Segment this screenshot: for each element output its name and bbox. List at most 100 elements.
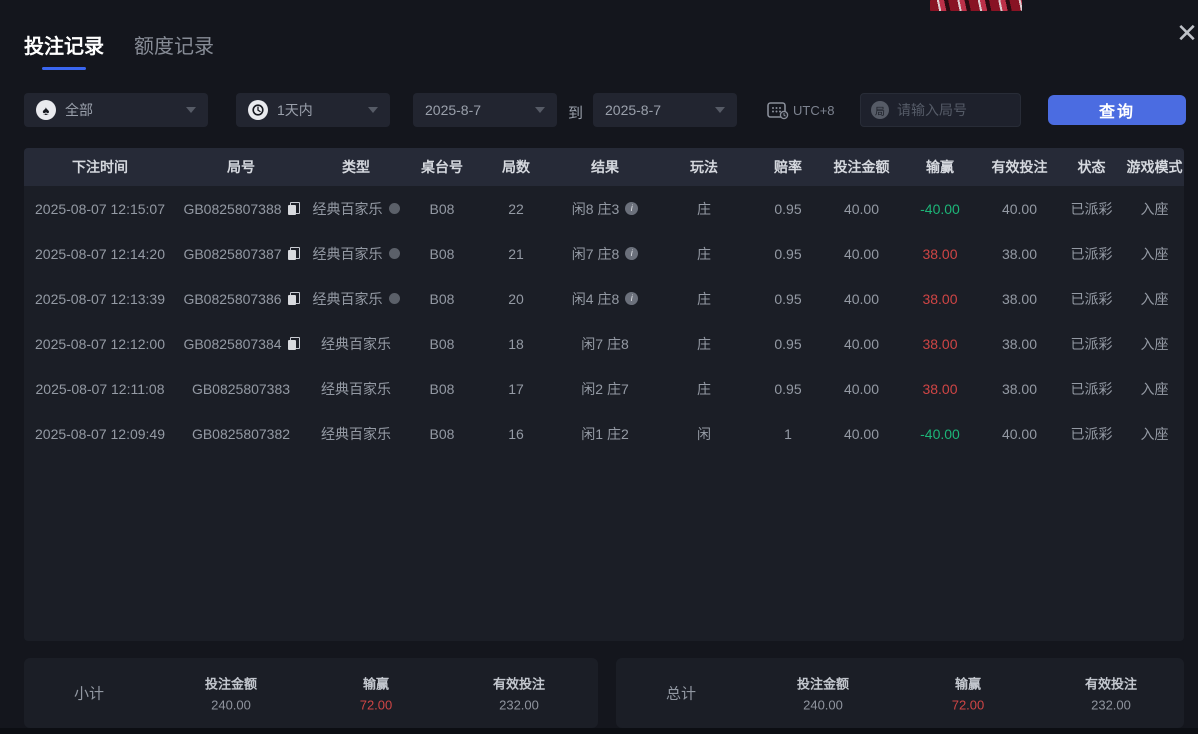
time-range-select[interactable]: 1天内 [236, 93, 390, 127]
bet-amount: 40.00 [843, 200, 880, 217]
type-badge-icon [388, 293, 400, 304]
status: 已派彩 [1070, 245, 1113, 262]
odds: 0.95 [774, 380, 802, 397]
game-mode: 入座 [1140, 245, 1169, 262]
col-status: 状态 [1077, 159, 1106, 175]
type-badge-icon [388, 203, 400, 214]
status: 已派彩 [1070, 200, 1113, 217]
chevron-down-icon [535, 107, 545, 113]
tab-quota-records[interactable]: 额度记录 [134, 30, 214, 70]
subtotal-label: 小计 [73, 685, 105, 703]
game-mode: 入座 [1140, 200, 1169, 217]
col-game-mode: 游戏模式 [1126, 159, 1183, 175]
copy-icon[interactable] [287, 202, 300, 215]
game-type: 经典百家乐 [306, 276, 406, 321]
info-icon[interactable]: i [625, 202, 639, 215]
game-type-select[interactable]: ♠ 全部 [24, 93, 208, 127]
bet-time: 2025-08-07 12:11:08 [35, 380, 165, 397]
bet-time: 2025-08-07 12:15:07 [35, 200, 165, 217]
win-loss: 38.00 [922, 245, 958, 262]
round-count: 16 [508, 425, 524, 442]
play-type: 闲 [697, 425, 711, 442]
play-type: 庄 [697, 335, 711, 352]
date-from-select[interactable]: 2025-8-7 [413, 93, 557, 127]
col-table-no: 桌台号 [421, 159, 463, 175]
odds: 1 [784, 425, 792, 442]
game-mode: 入座 [1140, 425, 1169, 442]
result: 闲4 庄8 i [554, 276, 656, 321]
result: 闲1 庄2 i [581, 425, 629, 442]
bet-time: 2025-08-07 12:13:39 [35, 290, 165, 307]
col-play-type: 玩法 [690, 159, 718, 175]
round-count: 17 [508, 380, 524, 397]
round-number-field[interactable]: 局 [860, 93, 1021, 127]
date-to-select[interactable]: 2025-8-7 [593, 93, 737, 127]
round-count: 21 [508, 245, 524, 262]
col-result: 结果 [591, 159, 619, 175]
type-badge-icon [388, 248, 400, 259]
odds: 0.95 [774, 335, 802, 352]
calendar-clock-icon [767, 102, 789, 120]
status: 已派彩 [1070, 290, 1113, 307]
copy-icon[interactable] [287, 337, 300, 350]
info-icon[interactable]: i [625, 247, 639, 260]
table-number: B08 [429, 380, 455, 397]
table-body: 2025-08-07 12:15:07 GB0825807388 经典百家乐 B… [24, 186, 1184, 456]
query-button[interactable]: 查询 [1048, 95, 1186, 125]
copy-icon[interactable] [287, 247, 300, 260]
chevron-down-icon [368, 107, 378, 113]
status: 已派彩 [1070, 335, 1113, 352]
game-type: 经典百家乐 [306, 231, 406, 276]
table-number: B08 [429, 290, 455, 307]
subtotal-bet-amount: 投注金额 240.00 [204, 676, 258, 713]
round-id: GB0825807383 [191, 380, 291, 397]
table-row: 2025-08-07 12:14:20 GB0825807387 经典百家乐 B… [24, 231, 1184, 276]
result: 闲2 庄7 i [581, 380, 629, 397]
valid-bet: 38.00 [1001, 290, 1038, 307]
game-type: 经典百家乐 [321, 335, 391, 352]
bet-time: 2025-08-07 12:09:49 [35, 425, 165, 442]
bet-time: 2025-08-07 12:12:00 [35, 335, 165, 352]
table-row: 2025-08-07 12:12:00 GB0825807384 经典百家乐 B… [24, 321, 1184, 366]
subtotal-panel: 小计 投注金额 240.00 输赢 72.00 有效投注 232.00 [24, 658, 598, 728]
win-loss: -40.00 [920, 425, 960, 442]
play-type: 庄 [697, 200, 711, 217]
tab-label: 额度记录 [134, 36, 214, 58]
time-range-value: 1天内 [277, 102, 313, 118]
spade-icon: ♠ [36, 100, 56, 120]
round-count: 20 [508, 290, 524, 307]
play-type: 庄 [697, 380, 711, 397]
round-number-input[interactable] [897, 102, 1010, 118]
round-badge-icon: 局 [871, 101, 889, 119]
win-loss: -40.00 [920, 200, 960, 217]
win-loss: 38.00 [922, 335, 958, 352]
active-tab-underline [42, 67, 86, 70]
close-icon[interactable]: ✕ [1172, 18, 1198, 48]
col-valid-bet: 有效投注 [991, 159, 1048, 175]
play-type: 庄 [697, 290, 711, 307]
table-number: B08 [429, 425, 455, 442]
round-id: GB0825807386 [176, 276, 306, 321]
round-count: 18 [508, 335, 524, 352]
game-mode: 入座 [1140, 290, 1169, 307]
bet-amount: 40.00 [843, 335, 880, 352]
total-label: 总计 [665, 685, 697, 703]
tab-betting-records[interactable]: 投注记录 [24, 30, 104, 70]
info-icon[interactable]: i [625, 292, 639, 305]
odds: 0.95 [774, 200, 802, 217]
total-valid-bet: 有效投注 232.00 [1084, 676, 1138, 713]
brand-logo-partial [930, 0, 1022, 11]
copy-icon[interactable] [287, 292, 300, 305]
status: 已派彩 [1070, 380, 1113, 397]
col-bet-time: 下注时间 [72, 159, 128, 175]
round-id: GB0825807388 [176, 186, 306, 231]
bet-amount: 40.00 [843, 380, 880, 397]
win-loss: 38.00 [922, 290, 958, 307]
col-bet-amount: 投注金额 [833, 159, 890, 175]
tab-bar: 投注记录 额度记录 [24, 30, 214, 70]
game-type: 经典百家乐 [306, 186, 406, 231]
bet-amount: 40.00 [843, 290, 880, 307]
betting-records-table: 下注时间 局号 类型 桌台号 局数 结果 玩法 赔率 投注金额 输赢 有效投注 … [24, 148, 1184, 641]
valid-bet: 40.00 [1001, 425, 1038, 442]
result: 闲7 庄8 i [581, 335, 629, 352]
